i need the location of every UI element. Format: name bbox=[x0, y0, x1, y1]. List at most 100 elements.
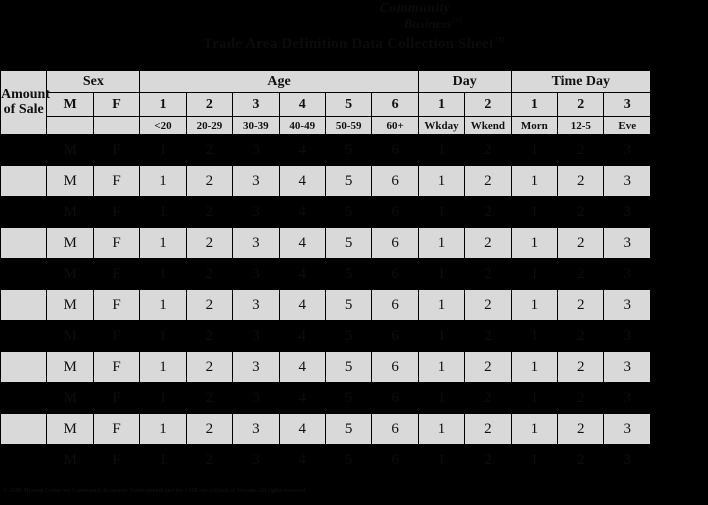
cell-sex-m[interactable]: M bbox=[46, 444, 94, 476]
cell-sex-f[interactable]: F bbox=[92, 413, 141, 445]
cell-age-3[interactable]: 3 bbox=[232, 351, 280, 383]
cell-age-5[interactable]: 5 bbox=[324, 289, 373, 321]
table-row[interactable]: MF12345612123 bbox=[0, 196, 651, 228]
cell-age-4[interactable]: 4 bbox=[278, 227, 326, 259]
cell-day-2[interactable]: 2 bbox=[464, 289, 512, 321]
cell-time-3[interactable]: 3 bbox=[603, 320, 651, 352]
cell-day-2[interactable]: 2 bbox=[464, 320, 512, 352]
cell-age-5[interactable]: 5 bbox=[324, 258, 373, 290]
cell-time-3[interactable]: 3 bbox=[603, 258, 651, 290]
cell-age-6[interactable]: 6 bbox=[371, 165, 419, 197]
cell-sex-f[interactable]: F bbox=[92, 258, 141, 290]
cell-day-1[interactable]: 1 bbox=[417, 165, 466, 197]
cell-time-3[interactable]: 3 bbox=[603, 165, 651, 197]
cell-age-4[interactable]: 4 bbox=[278, 351, 326, 383]
cell-age-3[interactable]: 3 bbox=[232, 165, 280, 197]
cell-day-2[interactable]: 2 bbox=[464, 351, 512, 383]
table-row[interactable]: MF12345612123 bbox=[0, 351, 651, 383]
cell-sex-m[interactable]: M bbox=[46, 413, 94, 445]
cell-time-2[interactable]: 2 bbox=[557, 227, 605, 259]
cell-time-1[interactable]: 1 bbox=[510, 134, 559, 166]
cell-day-1[interactable]: 1 bbox=[417, 444, 466, 476]
cell-day-2[interactable]: 2 bbox=[464, 444, 512, 476]
cell-age-2[interactable]: 2 bbox=[185, 134, 234, 166]
cell-time-2[interactable]: 2 bbox=[557, 165, 605, 197]
cell-age-5[interactable]: 5 bbox=[324, 444, 373, 476]
cell-sex-m[interactable]: M bbox=[46, 382, 94, 414]
cell-amount-of-sale[interactable] bbox=[0, 413, 48, 445]
cell-age-6[interactable]: 6 bbox=[371, 444, 419, 476]
cell-time-2[interactable]: 2 bbox=[557, 134, 605, 166]
cell-age-1[interactable]: 1 bbox=[139, 351, 187, 383]
cell-age-4[interactable]: 4 bbox=[278, 134, 326, 166]
cell-amount-of-sale[interactable] bbox=[0, 227, 48, 259]
cell-age-2[interactable]: 2 bbox=[185, 382, 234, 414]
cell-day-2[interactable]: 2 bbox=[464, 134, 512, 166]
cell-age-3[interactable]: 3 bbox=[232, 258, 280, 290]
cell-day-2[interactable]: 2 bbox=[464, 227, 512, 259]
cell-time-2[interactable]: 2 bbox=[557, 258, 605, 290]
cell-sex-f[interactable]: F bbox=[92, 289, 141, 321]
cell-time-1[interactable]: 1 bbox=[510, 289, 559, 321]
cell-age-5[interactable]: 5 bbox=[324, 320, 373, 352]
cell-time-2[interactable]: 2 bbox=[557, 382, 605, 414]
cell-time-2[interactable]: 2 bbox=[557, 289, 605, 321]
cell-age-4[interactable]: 4 bbox=[278, 413, 326, 445]
cell-sex-f[interactable]: F bbox=[92, 165, 141, 197]
cell-sex-m[interactable]: M bbox=[46, 351, 94, 383]
cell-age-6[interactable]: 6 bbox=[371, 289, 419, 321]
cell-time-1[interactable]: 1 bbox=[510, 382, 559, 414]
cell-age-1[interactable]: 1 bbox=[139, 320, 187, 352]
cell-time-3[interactable]: 3 bbox=[603, 289, 651, 321]
cell-amount-of-sale[interactable] bbox=[0, 351, 48, 383]
cell-sex-m[interactable]: M bbox=[46, 196, 94, 228]
cell-age-2[interactable]: 2 bbox=[185, 444, 234, 476]
cell-day-1[interactable]: 1 bbox=[417, 196, 466, 228]
cell-age-6[interactable]: 6 bbox=[371, 134, 419, 166]
cell-age-5[interactable]: 5 bbox=[324, 165, 373, 197]
cell-age-3[interactable]: 3 bbox=[232, 382, 280, 414]
cell-day-1[interactable]: 1 bbox=[417, 320, 466, 352]
cell-age-1[interactable]: 1 bbox=[139, 134, 187, 166]
cell-age-1[interactable]: 1 bbox=[139, 227, 187, 259]
cell-age-5[interactable]: 5 bbox=[324, 413, 373, 445]
cell-age-6[interactable]: 6 bbox=[371, 413, 419, 445]
cell-age-2[interactable]: 2 bbox=[185, 258, 234, 290]
cell-age-5[interactable]: 5 bbox=[324, 196, 373, 228]
cell-age-4[interactable]: 4 bbox=[278, 382, 326, 414]
table-row[interactable]: MF12345612123 bbox=[0, 413, 651, 445]
cell-age-2[interactable]: 2 bbox=[185, 227, 234, 259]
cell-age-6[interactable]: 6 bbox=[371, 320, 419, 352]
cell-time-3[interactable]: 3 bbox=[603, 382, 651, 414]
cell-time-2[interactable]: 2 bbox=[557, 320, 605, 352]
cell-age-6[interactable]: 6 bbox=[371, 382, 419, 414]
cell-age-4[interactable]: 4 bbox=[278, 289, 326, 321]
cell-day-1[interactable]: 1 bbox=[417, 227, 466, 259]
cell-amount-of-sale[interactable] bbox=[0, 258, 48, 290]
cell-age-6[interactable]: 6 bbox=[371, 258, 419, 290]
cell-time-1[interactable]: 1 bbox=[510, 444, 559, 476]
cell-sex-f[interactable]: F bbox=[92, 227, 141, 259]
cell-amount-of-sale[interactable] bbox=[0, 382, 48, 414]
cell-age-4[interactable]: 4 bbox=[278, 165, 326, 197]
cell-age-1[interactable]: 1 bbox=[139, 289, 187, 321]
cell-amount-of-sale[interactable] bbox=[0, 444, 48, 476]
cell-age-4[interactable]: 4 bbox=[278, 444, 326, 476]
cell-time-3[interactable]: 3 bbox=[603, 134, 651, 166]
cell-age-2[interactable]: 2 bbox=[185, 165, 234, 197]
cell-age-6[interactable]: 6 bbox=[371, 227, 419, 259]
cell-age-6[interactable]: 6 bbox=[371, 196, 419, 228]
cell-age-3[interactable]: 3 bbox=[232, 134, 280, 166]
cell-age-6[interactable]: 6 bbox=[371, 351, 419, 383]
cell-day-2[interactable]: 2 bbox=[464, 196, 512, 228]
cell-age-5[interactable]: 5 bbox=[324, 382, 373, 414]
cell-sex-m[interactable]: M bbox=[46, 134, 94, 166]
cell-time-3[interactable]: 3 bbox=[603, 413, 651, 445]
cell-day-2[interactable]: 2 bbox=[464, 382, 512, 414]
cell-time-2[interactable]: 2 bbox=[557, 444, 605, 476]
cell-sex-f[interactable]: F bbox=[92, 320, 141, 352]
cell-day-1[interactable]: 1 bbox=[417, 258, 466, 290]
cell-sex-f[interactable]: F bbox=[92, 134, 141, 166]
cell-age-2[interactable]: 2 bbox=[185, 413, 234, 445]
cell-sex-m[interactable]: M bbox=[46, 165, 94, 197]
